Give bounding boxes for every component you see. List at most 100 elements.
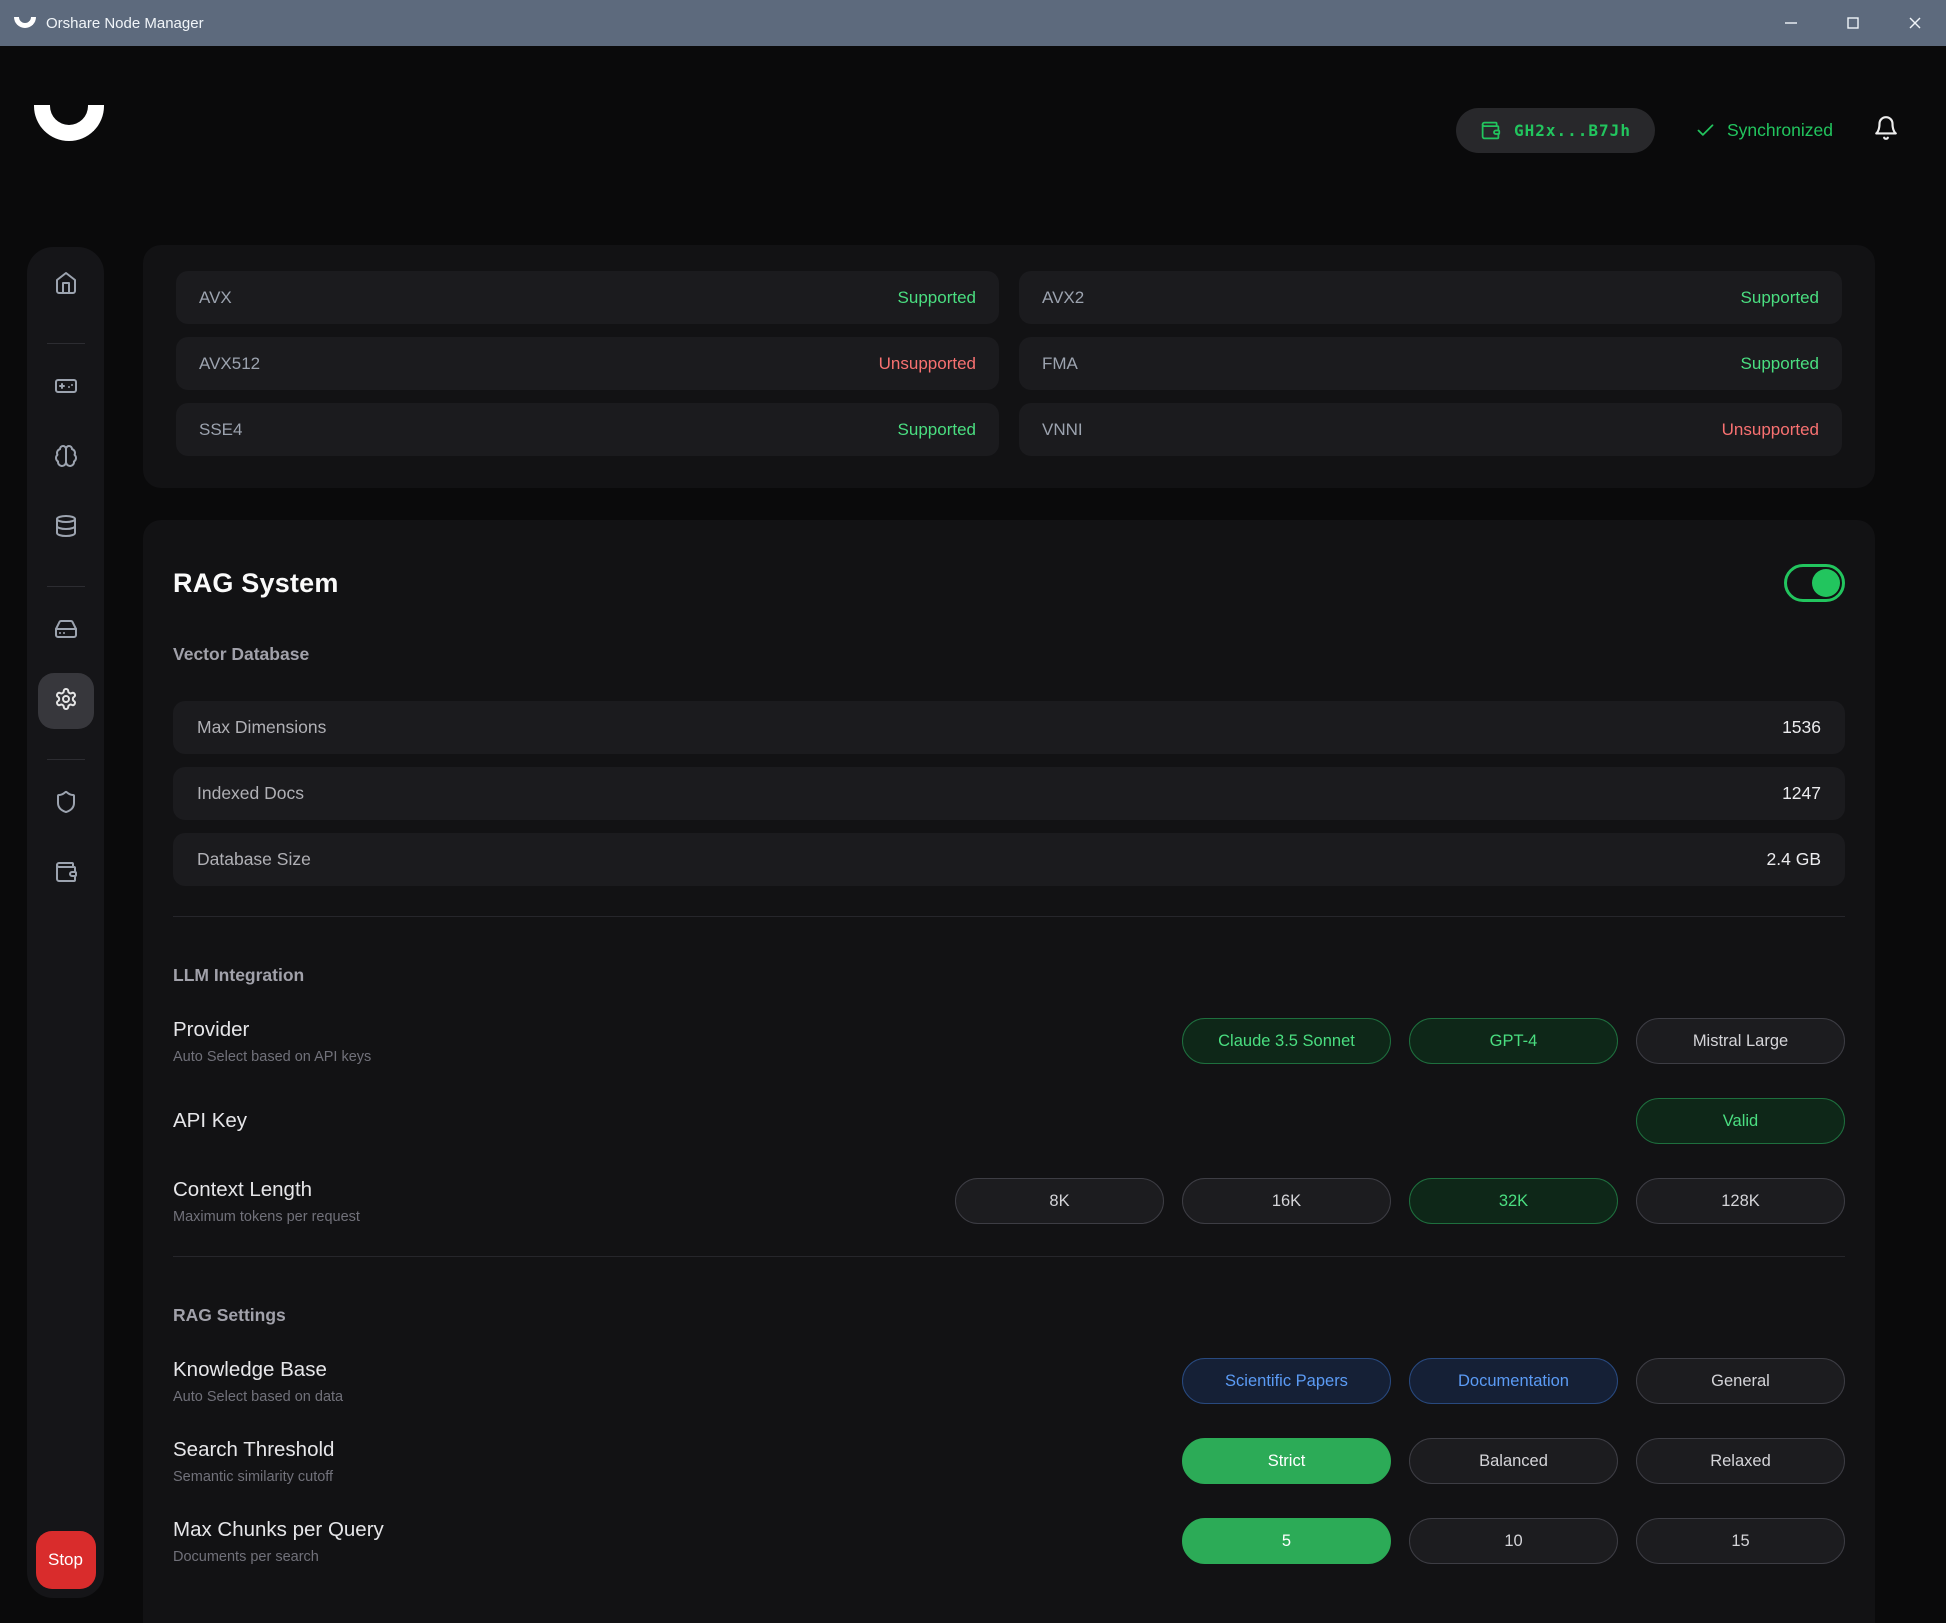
section-label: LLM Integration bbox=[173, 965, 1845, 986]
cpu-feature-label: AVX bbox=[199, 288, 232, 308]
option-scientific-papers[interactable]: Scientific Papers bbox=[1182, 1358, 1391, 1404]
titlebar: Orshare Node Manager bbox=[0, 0, 1946, 46]
setting-title: Context Length bbox=[173, 1178, 360, 1202]
cpu-feature-label: AVX2 bbox=[1042, 288, 1084, 308]
option-gpt-4[interactable]: GPT-4 bbox=[1409, 1018, 1618, 1064]
sync-status: Synchronized bbox=[1695, 120, 1833, 141]
setting-info: Search Threshold Semantic similarity cuto… bbox=[173, 1438, 334, 1485]
hard-drive-icon bbox=[54, 617, 78, 646]
app-logo-icon bbox=[14, 17, 36, 28]
option-relaxed[interactable]: Relaxed bbox=[1636, 1438, 1845, 1484]
cpu-feature-status: Unsupported bbox=[1722, 420, 1819, 440]
stat-list: Max Dimensions 1536 Indexed Docs 1247 Databa… bbox=[173, 701, 1845, 886]
stat-label: Indexed Docs bbox=[197, 783, 304, 804]
home-icon bbox=[54, 271, 78, 300]
window-controls bbox=[1760, 0, 1946, 46]
settings-icon bbox=[54, 687, 78, 716]
option-5[interactable]: 5 bbox=[1182, 1518, 1391, 1564]
sidebar-item-home[interactable] bbox=[38, 257, 94, 313]
stat-label: Max Dimensions bbox=[197, 717, 326, 738]
setting-title: Search Threshold bbox=[173, 1438, 334, 1462]
brain-icon bbox=[54, 444, 78, 473]
main-content: AVXSupportedAVX2SupportedAVX512Unsupport… bbox=[143, 245, 1875, 1623]
cpu-feature-row: FMASupported bbox=[1019, 337, 1842, 390]
option-valid[interactable]: Valid bbox=[1636, 1098, 1845, 1144]
sidebar-divider bbox=[47, 343, 85, 344]
setting-title: Max Chunks per Query bbox=[173, 1518, 384, 1542]
stat-row: Database Size 2.4 GB bbox=[173, 833, 1845, 886]
maximize-button[interactable] bbox=[1822, 0, 1884, 46]
option-32k[interactable]: 32K bbox=[1409, 1178, 1618, 1224]
setting-subtitle: Semantic similarity cutoff bbox=[173, 1469, 334, 1485]
wallet-icon bbox=[1480, 120, 1501, 141]
option-10[interactable]: 10 bbox=[1409, 1518, 1618, 1564]
section-divider bbox=[173, 1256, 1845, 1257]
rag-toggle[interactable] bbox=[1784, 564, 1845, 602]
section-label: RAG Settings bbox=[173, 1305, 1845, 1326]
stat-row: Indexed Docs 1247 bbox=[173, 767, 1845, 820]
option-claude-3-5-sonnet[interactable]: Claude 3.5 Sonnet bbox=[1182, 1018, 1391, 1064]
sidebar-item-database[interactable] bbox=[38, 500, 94, 556]
sidebar-item-hard-drive[interactable] bbox=[38, 603, 94, 659]
option-documentation[interactable]: Documentation bbox=[1409, 1358, 1618, 1404]
option-balanced[interactable]: Balanced bbox=[1409, 1438, 1618, 1484]
stat-row: Max Dimensions 1536 bbox=[173, 701, 1845, 754]
setting-row: Search Threshold Semantic similarity cuto… bbox=[173, 1436, 1845, 1486]
cpu-feature-label: FMA bbox=[1042, 354, 1078, 374]
setting-info: API Key bbox=[173, 1109, 247, 1133]
cpu-features-grid: AVXSupportedAVX2SupportedAVX512Unsupport… bbox=[176, 271, 1842, 456]
setting-title: API Key bbox=[173, 1109, 247, 1133]
maximize-icon bbox=[1846, 16, 1860, 30]
minimize-button[interactable] bbox=[1760, 0, 1822, 46]
stat-value: 1536 bbox=[1782, 717, 1821, 738]
option-group: Scientific Papers Documentation General bbox=[1182, 1358, 1845, 1404]
option-8k[interactable]: 8K bbox=[955, 1178, 1164, 1224]
option-128k[interactable]: 128K bbox=[1636, 1178, 1845, 1224]
sidebar-item-settings[interactable] bbox=[38, 673, 94, 729]
rag-title: RAG System bbox=[173, 568, 339, 599]
option-15[interactable]: 15 bbox=[1636, 1518, 1845, 1564]
setting-row: Context LengthMaximum tokens per request… bbox=[173, 1176, 1845, 1226]
cpu-feature-status: Supported bbox=[898, 288, 976, 308]
option-group: Valid bbox=[1636, 1098, 1845, 1144]
brand-logo bbox=[34, 105, 104, 141]
sidebar-divider bbox=[47, 759, 85, 760]
sync-status-label: Synchronized bbox=[1727, 120, 1833, 141]
header-actions: GH2x...B7Jh Synchronized bbox=[1456, 107, 1899, 153]
sidebar-item-gamepad[interactable] bbox=[38, 360, 94, 416]
stat-label: Database Size bbox=[197, 849, 311, 870]
wallet-address-badge[interactable]: GH2x...B7Jh bbox=[1456, 108, 1655, 153]
notifications-button[interactable] bbox=[1873, 115, 1899, 146]
window-title: Orshare Node Manager bbox=[46, 15, 204, 32]
stat-value: 1247 bbox=[1782, 783, 1821, 804]
wallet-address: GH2x...B7Jh bbox=[1514, 121, 1631, 140]
rag-toggle-knob bbox=[1812, 569, 1840, 597]
setting-subtitle: Documents per search bbox=[173, 1549, 384, 1565]
sidebar-item-shield[interactable] bbox=[38, 776, 94, 832]
option-16k[interactable]: 16K bbox=[1182, 1178, 1391, 1224]
cpu-feature-status: Supported bbox=[1741, 288, 1819, 308]
cpu-feature-row: AVX Supported bbox=[176, 271, 999, 324]
stat-value: 2.4 GB bbox=[1767, 849, 1821, 870]
stop-button[interactable]: Stop bbox=[36, 1531, 96, 1589]
option-mistral-large[interactable]: Mistral Large bbox=[1636, 1018, 1845, 1064]
option-group: 8K 16K 32K 128K bbox=[955, 1178, 1845, 1224]
setting-info: Context LengthMaximum tokens per request bbox=[173, 1178, 360, 1225]
cpu-feature-label: SSE4 bbox=[199, 420, 242, 440]
sidebar-nav bbox=[38, 257, 94, 916]
rag-header: RAG System bbox=[173, 564, 1845, 602]
setting-info: Max Chunks per Query Documents per search bbox=[173, 1518, 384, 1565]
bell-icon bbox=[1873, 115, 1899, 141]
setting-row: Max Chunks per Query Documents per search… bbox=[173, 1516, 1845, 1566]
sidebar-item-wallet[interactable] bbox=[38, 846, 94, 902]
sidebar-item-brain[interactable] bbox=[38, 430, 94, 486]
section-divider bbox=[173, 916, 1845, 917]
option-strict[interactable]: Strict bbox=[1182, 1438, 1391, 1484]
option-general[interactable]: General bbox=[1636, 1358, 1845, 1404]
cpu-feature-status: Unsupported bbox=[879, 354, 976, 374]
close-button[interactable] bbox=[1884, 0, 1946, 46]
option-group: 5 10 15 bbox=[1182, 1518, 1845, 1564]
setting-info: ProviderAuto Select based on API keys bbox=[173, 1018, 371, 1065]
setting-info: Knowledge BaseAuto Select based on data bbox=[173, 1358, 343, 1405]
cpu-feature-row: SSE4Supported bbox=[176, 403, 999, 456]
